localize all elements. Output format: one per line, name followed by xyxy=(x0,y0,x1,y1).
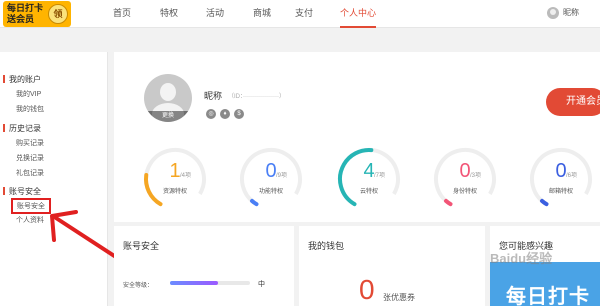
stat-value: 1 xyxy=(169,160,181,182)
stat-resource-privileges[interactable]: 1 /4项 资源特权 xyxy=(142,146,208,212)
top-navigation-bar: 每日打卡 送会员 领 首页 特权 活动 商城 支付 个人中心 昵称 xyxy=(0,0,600,28)
nav-activities[interactable]: 活动 xyxy=(206,0,224,28)
profile-nickname: 昵称 xyxy=(204,91,223,101)
sidebar-item-gift-history[interactable]: 礼包记录 xyxy=(16,168,44,178)
coin-badge-icon[interactable]: $ xyxy=(234,109,244,119)
stat-label: 功能特权 xyxy=(258,189,283,195)
stat-value: 0 xyxy=(555,160,567,182)
stat-label: 身份特权 xyxy=(452,189,477,195)
sidebar-item-purchase-history[interactable]: 购买记录 xyxy=(16,138,44,148)
stat-cloud-privileges[interactable]: 4 /7项 云特权 xyxy=(336,146,402,212)
wallet-coupon-label: 张优惠券 xyxy=(383,293,415,302)
nav-home[interactable]: 首页 xyxy=(113,0,131,28)
stat-unit: /7项 xyxy=(374,173,386,179)
stat-value: 4 xyxy=(363,160,375,182)
stat-label: 邮箱特权 xyxy=(548,189,573,195)
sidebar-section-my-account: 我的账户 xyxy=(3,74,41,85)
wallet-coupon-count: 0 xyxy=(359,274,375,305)
sidebar-section-history: 历史记录 xyxy=(3,123,41,134)
profile-avatar[interactable]: 更换 xyxy=(144,74,192,122)
nav-personal-center[interactable]: 个人中心 xyxy=(340,0,377,28)
nav-privileges[interactable]: 特权 xyxy=(160,0,178,28)
stat-unit: /4项 xyxy=(180,173,192,179)
logo-line-2: 送会员 xyxy=(7,14,35,24)
avatar-head-shape xyxy=(160,83,176,101)
logo-line-1: 每日打卡 xyxy=(7,3,44,13)
nav-mall[interactable]: 商城 xyxy=(253,0,271,28)
stat-unit: /3项 xyxy=(470,173,482,179)
profile-card: 更换 昵称 （ID：··················） ◎ ♦ $ 开通会员… xyxy=(114,52,600,222)
security-level-bar xyxy=(170,281,250,285)
daily-checkin-logo[interactable]: 每日打卡 送会员 领 xyxy=(3,1,71,27)
diamond-badge-icon[interactable]: ♦ xyxy=(220,109,230,119)
profile-user-id: （ID：··················） xyxy=(228,94,285,100)
avatar-change-button[interactable]: 更换 xyxy=(144,111,192,122)
wallet-card-title[interactable]: 我的钱包 xyxy=(308,239,344,252)
top-user-name[interactable]: 昵称 xyxy=(563,0,579,26)
open-membership-button[interactable]: 开通会员 xyxy=(546,88,600,116)
logo-badge: 领 xyxy=(48,4,68,24)
stat-mailbox-privileges[interactable]: 0 /6项 邮箱特权 xyxy=(528,146,594,212)
stat-unit: /6项 xyxy=(566,173,578,179)
baidu-watermark: Baidu经验 xyxy=(490,251,553,266)
user-avatar-icon[interactable] xyxy=(547,7,559,19)
stat-value: 0 xyxy=(459,160,471,182)
security-level-label: 安全等级： xyxy=(123,283,154,289)
logo-text: 每日打卡 送会员 xyxy=(7,3,47,25)
security-level-fill xyxy=(170,281,218,285)
sidebar-item-my-vip[interactable]: 我的VIP xyxy=(16,89,41,99)
sidebar-section-account-security: 账号安全 xyxy=(3,186,41,197)
stat-function-privileges[interactable]: 0 /9项 功能特权 xyxy=(238,146,304,212)
banner-text: 每日打卡 xyxy=(506,286,590,306)
sidebar-item-my-wallet[interactable]: 我的钱包 xyxy=(16,104,44,114)
stat-label: 资源特权 xyxy=(162,189,187,195)
stat-identity-privileges[interactable]: 0 /3项 身份特权 xyxy=(432,146,498,212)
security-level-value: 中 xyxy=(258,281,265,288)
stat-label: 云特权 xyxy=(359,189,378,195)
my-wallet-card: 我的钱包 0 张优惠券 xyxy=(299,226,485,306)
vip-badge-icon[interactable]: ◎ xyxy=(206,109,216,119)
nav-payment[interactable]: 支付 xyxy=(295,0,313,28)
stat-value: 0 xyxy=(265,160,277,182)
daily-checkin-banner[interactable]: 每日打卡 xyxy=(490,262,600,306)
stat-unit: /9项 xyxy=(276,173,288,179)
security-card-title: 账号安全 xyxy=(123,241,160,251)
sidebar-item-redeem-history[interactable]: 兑换记录 xyxy=(16,153,44,163)
account-security-card: 账号安全 安全等级： 中 xyxy=(114,226,294,306)
user-id-label: （ID： xyxy=(228,94,244,100)
